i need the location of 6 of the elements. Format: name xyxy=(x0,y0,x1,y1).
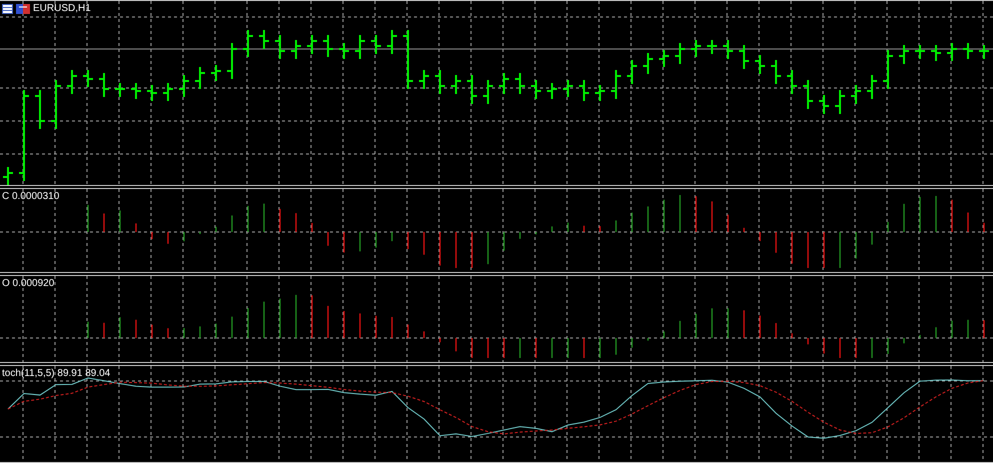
indicator-label: C 0.0000310 xyxy=(2,191,60,202)
symbol-label: EURUSD,H1 xyxy=(33,3,91,14)
indicator-label: O 0.000920 xyxy=(2,278,54,289)
chart-icon xyxy=(16,4,30,14)
indicator-label: toch(11,5,5) 89.91 89.04 xyxy=(2,368,110,379)
window-icon xyxy=(2,4,13,14)
